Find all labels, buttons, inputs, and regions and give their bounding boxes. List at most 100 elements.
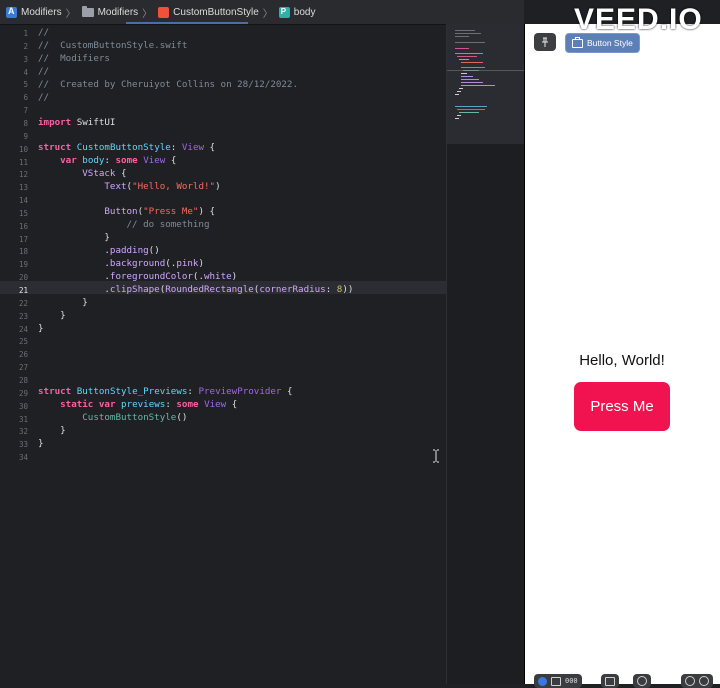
code-line: .padding() (38, 245, 160, 256)
line-number: 27 (18, 363, 28, 373)
pin-preview-button[interactable] (534, 33, 556, 51)
code-line: struct CustomButtonStyle: View { (38, 142, 216, 153)
minimap-code-stroke (457, 115, 461, 116)
minimap-code-stroke (459, 59, 469, 60)
line-number: 13 (18, 183, 28, 193)
code-line: .foregroundColor(.white) (38, 271, 238, 282)
line-number: 25 (18, 337, 28, 347)
variants-button[interactable] (633, 674, 651, 688)
chevron-right-icon: 〉 (262, 8, 273, 20)
line-number: 15 (18, 208, 28, 218)
app-icon (6, 6, 17, 18)
minimap-code-stroke (459, 112, 479, 113)
code-line: } (38, 438, 44, 449)
code-line: .clipShape(RoundedRectangle(cornerRadius… (38, 284, 354, 295)
line-number: 31 (18, 414, 28, 424)
variants-icon (637, 676, 647, 686)
code-editor[interactable]: 1 2 3 4 5 6 7 8 9 10 11 12 13 14 15 16 17 18 19 20 21 22 23 24 2… (0, 25, 446, 684)
code-line: } (38, 323, 44, 334)
code-line: } (38, 297, 88, 308)
code-line: } (38, 425, 66, 436)
line-number: 32 (18, 427, 28, 437)
breadcrumb-item-group[interactable]: Modifiers (81, 5, 139, 18)
line-number: 4 (23, 67, 28, 77)
property-icon (278, 6, 290, 18)
line-number: 11 (18, 157, 28, 167)
code-line: } (38, 310, 66, 321)
code-line: Text("Hello, World!") (104, 181, 221, 192)
code-line: // (38, 27, 50, 38)
code-line: CustomButtonStyle() (82, 412, 188, 423)
code-line: var body: some View { (60, 155, 177, 166)
zoom-out-icon[interactable] (685, 676, 695, 686)
zoom-controls[interactable] (681, 674, 713, 688)
line-number: 8 (23, 118, 28, 128)
line-number: 17 (18, 234, 28, 244)
line-number: 16 (18, 221, 28, 231)
chevron-right-icon: 〉 (65, 8, 76, 20)
minimap-code-stroke (455, 106, 487, 107)
breadcrumb-item-file[interactable]: CustomButtonStyle (158, 6, 259, 18)
line-number: 28 (18, 375, 28, 385)
line-number: 3 (23, 54, 28, 64)
minimap-code-stroke (455, 118, 459, 119)
code-line: struct ButtonStyle_Previews: PreviewProv… (38, 386, 293, 397)
zoom-in-icon[interactable] (699, 676, 709, 686)
code-line: // do something (126, 219, 210, 230)
minimap-code-stroke (463, 70, 479, 71)
active-tab-indicator (126, 22, 248, 24)
code-line: // Created by Cheruiyot Collins on 28/12… (38, 79, 298, 90)
breadcrumb-item-symbol[interactable]: body (278, 6, 316, 18)
line-number: 22 (18, 298, 28, 308)
line-number: 1 (23, 29, 28, 38)
minimap-code-stroke (455, 30, 475, 31)
line-number: 19 (18, 260, 28, 270)
device-settings-button[interactable] (601, 674, 619, 688)
breadcrumb-item-project[interactable]: Modifiers (6, 6, 62, 18)
line-number: 2 (23, 41, 28, 51)
breadcrumb-label: Modifiers (97, 6, 139, 18)
preview-canvas: Button Style Hello, World! Press Me 000 (524, 24, 720, 688)
line-number: 24 (18, 324, 28, 334)
minimap-code-stroke (455, 42, 485, 43)
minimap-code-stroke (461, 85, 495, 86)
line-number: 5 (23, 80, 28, 90)
code-line: Button("Press Me") { (104, 206, 216, 217)
device-icon (605, 676, 615, 686)
minimap-code-stroke (461, 79, 479, 80)
minimap[interactable] (446, 24, 525, 684)
minimap-code-stroke (455, 48, 469, 49)
chevron-right-icon: 〉 (142, 8, 153, 20)
code-line: import SwiftUI (38, 117, 116, 128)
live-mode-controls[interactable]: 000 (534, 674, 582, 688)
code-line: static var previews: some View { (60, 399, 238, 410)
minimap-divider (447, 70, 525, 71)
text-cursor-icon (433, 449, 439, 463)
pin-icon (542, 37, 548, 47)
line-number: 34 (18, 453, 28, 463)
minimap-code-stroke (461, 73, 467, 74)
minimap-code-stroke (461, 67, 485, 68)
breadcrumb-label: body (293, 6, 316, 18)
line-number: 20 (18, 273, 28, 283)
minimap-code-stroke (461, 76, 473, 77)
line-number: 12 (18, 170, 28, 180)
minimap-code-stroke (457, 91, 461, 92)
minimap-code-stroke (455, 33, 481, 34)
line-number: 10 (18, 144, 28, 154)
minimap-code-stroke (457, 56, 477, 57)
watermark-logo: VEED.IO (574, 3, 703, 36)
line-number: 9 (23, 131, 28, 141)
line-number: 33 (18, 440, 28, 450)
line-number: 23 (18, 311, 28, 321)
live-preview-icon (538, 676, 547, 686)
line-number: 26 (18, 350, 28, 360)
line-number: 21 (18, 286, 28, 295)
minimap-code-stroke (455, 53, 483, 54)
press-me-button[interactable]: Press Me (574, 382, 670, 431)
minimap-code-stroke (457, 109, 485, 110)
line-number: 14 (18, 196, 28, 206)
line-number: 30 (18, 401, 28, 411)
minimap-code-stroke (459, 88, 463, 89)
code-line: // (38, 92, 50, 103)
